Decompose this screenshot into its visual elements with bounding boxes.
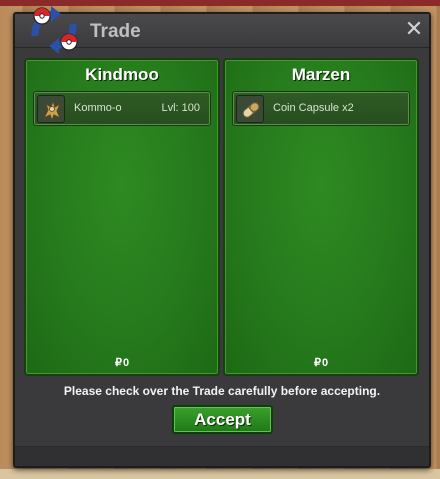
- trade-window: Trade ✕ Kindmoo Kommo-o Lvl: 100 ₽0 Marz…: [13, 6, 431, 468]
- left-money-display: ₽0: [26, 356, 218, 369]
- right-money-value: 0: [321, 357, 329, 369]
- window-title: Trade: [90, 21, 141, 42]
- left-player-name: Kindmoo: [85, 65, 159, 84]
- currency-symbol: ₽: [313, 357, 321, 369]
- trade-slot-kommo-o[interactable]: Kommo-o Lvl: 100: [33, 91, 211, 126]
- left-money-value: 0: [122, 357, 130, 369]
- trade-notice: Please check over the Trade carefully be…: [63, 384, 381, 398]
- left-trade-panel: Kindmoo Kommo-o Lvl: 100 ₽0: [24, 58, 220, 376]
- slot-label: Kommo-o: [74, 102, 122, 114]
- creature-kommo-o-icon: [37, 95, 65, 123]
- trade-slot-coin-capsule[interactable]: Coin Capsule x2: [232, 91, 410, 126]
- window-footer: [15, 446, 429, 466]
- trade-logo-icon: [31, 6, 78, 54]
- accept-button[interactable]: Accept: [172, 405, 273, 434]
- right-money-display: ₽0: [225, 356, 417, 369]
- coin-capsule-icon: [236, 95, 264, 123]
- right-player-name: Marzen: [291, 65, 351, 84]
- slot-level: Lvl: 100: [161, 102, 200, 114]
- right-trade-panel: Marzen Coin Capsule x2 ₽0: [223, 58, 419, 376]
- background-bottom-strip: [0, 469, 440, 479]
- slot-label: Coin Capsule x2: [273, 102, 354, 114]
- currency-symbol: ₽: [114, 357, 122, 369]
- close-icon[interactable]: ✕: [403, 19, 425, 41]
